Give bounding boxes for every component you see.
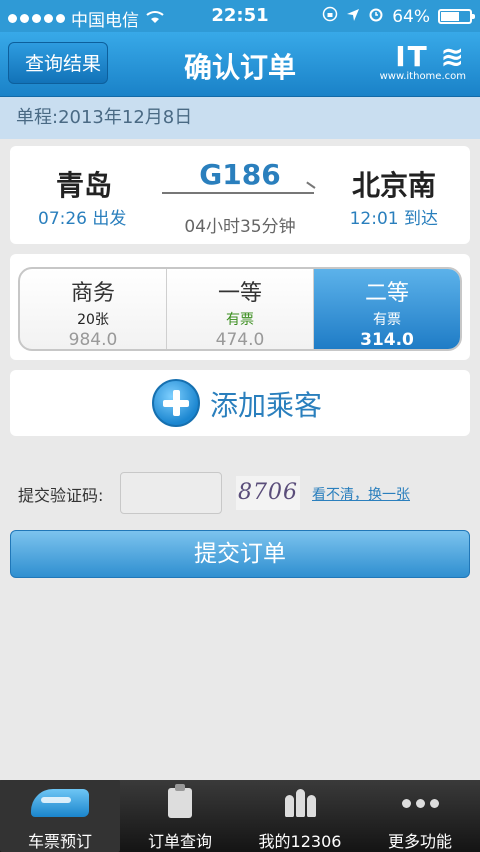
tab-order-query[interactable]: 订单查询 [120,780,240,852]
trip-date: 单程:2013年12月8日 [0,97,480,139]
seat-option-first-class[interactable]: 一等 有票 474.0 [167,269,314,349]
arrival-time: 12:01 到达 [349,209,438,229]
captcha-input[interactable] [120,472,222,514]
tab-label: 更多功能 [387,832,452,851]
tab-bar: 车票预订 订单查询 我的12306 更多功能 [0,780,480,852]
nav-bar: 查询结果 确认订单 IT ≋ www.ithome.com [0,32,480,97]
alarm-icon [368,6,384,27]
seat-option-second-class[interactable]: 二等 有票 314.0 [314,269,460,349]
arrival-city: 北京南 [351,169,436,202]
route-arrow-icon [162,192,314,194]
seat-count: 有票 [373,312,401,328]
battery-percent: 64% [392,6,430,27]
more-icon [401,798,439,808]
status-right: 64% [322,6,475,27]
logo-url: www.ithome.com [379,71,466,82]
seat-name: 二等 [364,281,409,306]
rotation-lock-icon [322,6,338,27]
refresh-captcha-link[interactable]: 看不清，换一张 [312,484,410,504]
battery-icon [438,9,475,24]
seat-name: 商务 [70,281,115,306]
plus-icon [152,379,200,427]
logo-mark: IT ≋ [395,40,466,73]
seat-price: 314.0 [360,330,414,350]
captcha-image[interactable]: 8706 [236,476,300,510]
tab-more[interactable]: 更多功能 [360,780,480,852]
submit-order-button[interactable]: 提交订单 [10,530,470,578]
people-icon [284,789,316,817]
tab-label: 我的12306 [258,832,342,851]
tab-label: 车票预订 [27,832,92,851]
add-passenger-label: 添加乘客 [210,389,323,422]
status-bar: 中国电信 22:51 64% [0,0,480,32]
clipboard-icon [168,784,192,818]
location-icon [346,7,360,27]
seat-option-business[interactable]: 商务 20张 984.0 [20,269,167,349]
seat-price: 474.0 [215,330,265,350]
train-icon [31,789,89,817]
captcha-label: 提交验证码: [18,486,104,505]
seat-name: 一等 [217,281,262,306]
ithome-logo: IT ≋ www.ithome.com [380,40,466,82]
tab-label: 订单查询 [147,832,212,851]
seat-price: 984.0 [68,330,118,350]
seat-count: 有票 [226,312,254,328]
route-card: 青岛 07:26 出发 G186 04小时35分钟 北京南 12:01 到达 [10,146,470,244]
seat-card: 商务 20张 984.0 一等 有票 474.0 二等 有票 314.0 [10,254,470,360]
add-passenger-button[interactable]: 添加乘客 [10,370,470,436]
seat-count: 20张 [77,312,109,328]
tab-ticket-booking[interactable]: 车票预订 [0,780,120,852]
tab-my-12306[interactable]: 我的12306 [240,780,360,852]
seat-class-selector: 商务 20张 984.0 一等 有票 474.0 二等 有票 314.0 [18,267,462,351]
